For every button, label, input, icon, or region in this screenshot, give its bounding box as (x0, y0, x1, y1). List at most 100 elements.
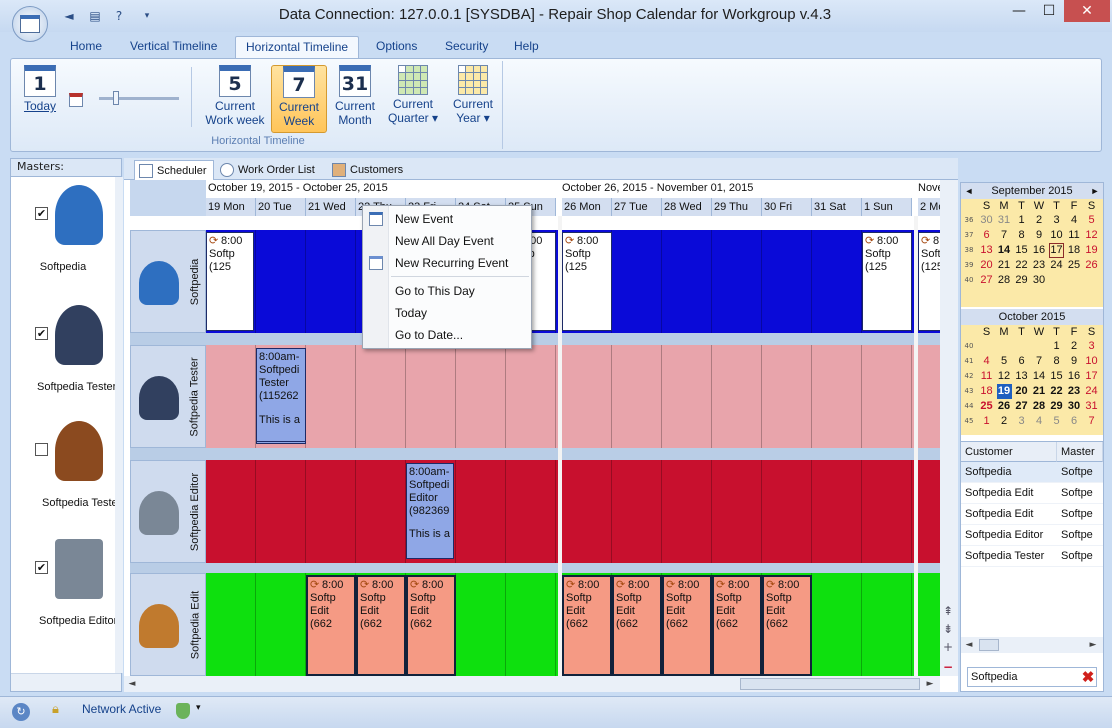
calendar-day[interactable]: 11 (1067, 228, 1082, 243)
lock-icon[interactable]: 🔒︎ (52, 702, 66, 720)
calendar-day[interactable]: 14 (997, 243, 1012, 258)
calendar-day[interactable]: 27 (979, 273, 994, 288)
calendar-day[interactable]: 13 (1014, 369, 1029, 384)
master-cell[interactable]: Softpe (1057, 525, 1103, 546)
calendar-day[interactable] (1014, 339, 1029, 354)
dropdown-arrow-icon[interactable]: ▾ (196, 703, 201, 713)
tab-home[interactable]: Home (60, 36, 112, 58)
event-block[interactable]: ⟳8:00Softp(125 (862, 232, 912, 331)
time-cell[interactable] (712, 345, 762, 448)
customer-column-header[interactable]: Customer (961, 442, 1057, 462)
calendar-day[interactable]: 19 (996, 384, 1012, 399)
calendar-day[interactable]: 3 (1014, 414, 1029, 429)
time-cell[interactable] (562, 460, 612, 563)
day-header[interactable]: 20 Tue (256, 198, 306, 216)
customer-cell[interactable]: Softpedia Edit (961, 504, 1057, 525)
calendar-day[interactable]: 20 (979, 258, 994, 273)
timeline-grid[interactable]: October 19, 2015 - October 25, 2015 Octo… (124, 180, 940, 676)
time-cell[interactable] (256, 230, 306, 333)
calendar-day[interactable] (1084, 273, 1099, 288)
time-cell[interactable] (306, 345, 356, 448)
horizontal-scroll-thumb[interactable] (740, 678, 920, 690)
calendar-day[interactable]: 7 (1084, 414, 1099, 429)
time-cell[interactable] (306, 230, 356, 333)
customer-cell[interactable]: Softpedia (961, 462, 1057, 483)
calendar-day[interactable]: 22 (1014, 258, 1029, 273)
zoom-in-icon[interactable]: + (940, 640, 956, 656)
calendar-day[interactable]: 6 (979, 228, 994, 243)
calendar-day[interactable]: 5 (997, 354, 1012, 369)
calendar-day[interactable]: 20 (1014, 384, 1029, 399)
minimize-button[interactable]: — (1004, 0, 1034, 22)
calendar-day[interactable]: 2 (1032, 213, 1047, 228)
time-cell[interactable] (406, 345, 456, 448)
calendar-day[interactable]: 1 (1014, 213, 1029, 228)
master-checkbox[interactable]: ✔ (35, 327, 48, 340)
refresh-icon[interactable]: ↻ (12, 703, 30, 721)
customer-cell[interactable]: Softpedia Editor (961, 525, 1057, 546)
calendar-day[interactable]: 28 (1032, 399, 1047, 414)
current-work-week-button[interactable]: 5 Current Work week (203, 65, 267, 133)
tab-horizontal-timeline[interactable]: Horizontal Timeline (235, 36, 360, 58)
calendar-day[interactable]: 4 (979, 354, 994, 369)
time-cell[interactable] (456, 573, 506, 676)
timeline-horizontal-scrollbar[interactable]: ◄ ► (124, 676, 940, 692)
master-item[interactable]: ✔ Softpedia Editor (11, 535, 115, 659)
tab-security[interactable]: Security (435, 36, 498, 58)
master-cell[interactable]: Softpe (1057, 462, 1103, 483)
master-cell[interactable]: Softpe (1057, 546, 1103, 567)
calendar-day[interactable]: 29 (1014, 273, 1029, 288)
resource-row-header[interactable]: Softpedia Editor (130, 460, 206, 563)
event-note[interactable]: This is a (406, 526, 454, 559)
scroll-right-icon[interactable]: ► (922, 676, 938, 692)
shield-icon[interactable] (176, 703, 190, 719)
zoom-top-icon[interactable]: ⇞ (940, 604, 956, 620)
calendar-day[interactable]: 5 (1049, 414, 1064, 429)
master-checkbox[interactable]: ✔ (35, 207, 48, 220)
calendar-day[interactable]: 4 (1032, 414, 1047, 429)
time-cell[interactable] (918, 573, 940, 676)
calendar-day[interactable] (997, 339, 1012, 354)
time-cell[interactable] (456, 460, 506, 563)
masters-horizontal-scrollbar[interactable] (11, 673, 121, 691)
day-header[interactable]: 1 Sun (862, 198, 912, 216)
calendar-day[interactable]: 9 (1067, 354, 1082, 369)
time-cell[interactable] (862, 345, 912, 448)
master-column-header[interactable]: Master (1057, 442, 1103, 462)
calendar-day[interactable]: 14 (1032, 369, 1047, 384)
timeline-vertical-scrollbar[interactable] (940, 180, 958, 676)
calendar-day[interactable]: 28 (997, 273, 1012, 288)
time-cell[interactable] (506, 345, 556, 448)
customer-list-scrollbar[interactable]: ◄ ► (961, 637, 1103, 653)
calendar-day[interactable]: 17 (1084, 369, 1099, 384)
calendar-day[interactable]: 3 (1084, 339, 1099, 354)
master-cell[interactable]: Softpe (1057, 504, 1103, 525)
time-cell[interactable] (918, 460, 940, 563)
event-block[interactable]: ⟳ 8:00 Softp Edit (662 (612, 575, 662, 676)
master-item[interactable]: ✔ Softpedia (11, 181, 115, 305)
time-cell[interactable] (206, 573, 256, 676)
zoom-bottom-icon[interactable]: ⇟ (940, 622, 956, 638)
event-block[interactable]: ⟳ 8:00 Softp Edit (662 (406, 575, 456, 676)
calendar-day[interactable]: 1 (979, 414, 994, 429)
menu-new-recurring-event[interactable]: New Recurring Event (363, 252, 531, 274)
calendar-day[interactable]: 11 (979, 369, 994, 384)
time-cell[interactable] (662, 460, 712, 563)
calendar-day[interactable]: 7 (1032, 354, 1047, 369)
calendar-day[interactable]: 25 (1067, 258, 1082, 273)
day-header[interactable]: 28 Wed (662, 198, 712, 216)
event-block[interactable]: ⟳ 8:00 Softp Edit (662 (662, 575, 712, 676)
calendar-day[interactable]: 6 (1014, 354, 1029, 369)
help-icon[interactable]: ? (110, 7, 128, 25)
event-block[interactable]: ⟳8:00Softp(125 (918, 232, 940, 331)
day-header[interactable]: 30 Fri (762, 198, 812, 216)
scroll-left-icon[interactable]: ◄ (961, 637, 977, 653)
zoom-slider-thumb[interactable] (113, 91, 119, 105)
calendar-day[interactable]: 12 (997, 369, 1012, 384)
menu-today[interactable]: Today (363, 302, 531, 324)
scroll-left-icon[interactable]: ◄ (124, 676, 140, 692)
october-calendar[interactable]: S M T W T F S 40 1 2 3 41 4 5 6 7 8 9 10 42 11 12 13 14 15 16 17 43… (961, 325, 1103, 435)
time-cell[interactable] (562, 345, 612, 448)
customer-cell[interactable]: Softpedia Edit (961, 483, 1057, 504)
time-cell[interactable] (206, 345, 256, 448)
